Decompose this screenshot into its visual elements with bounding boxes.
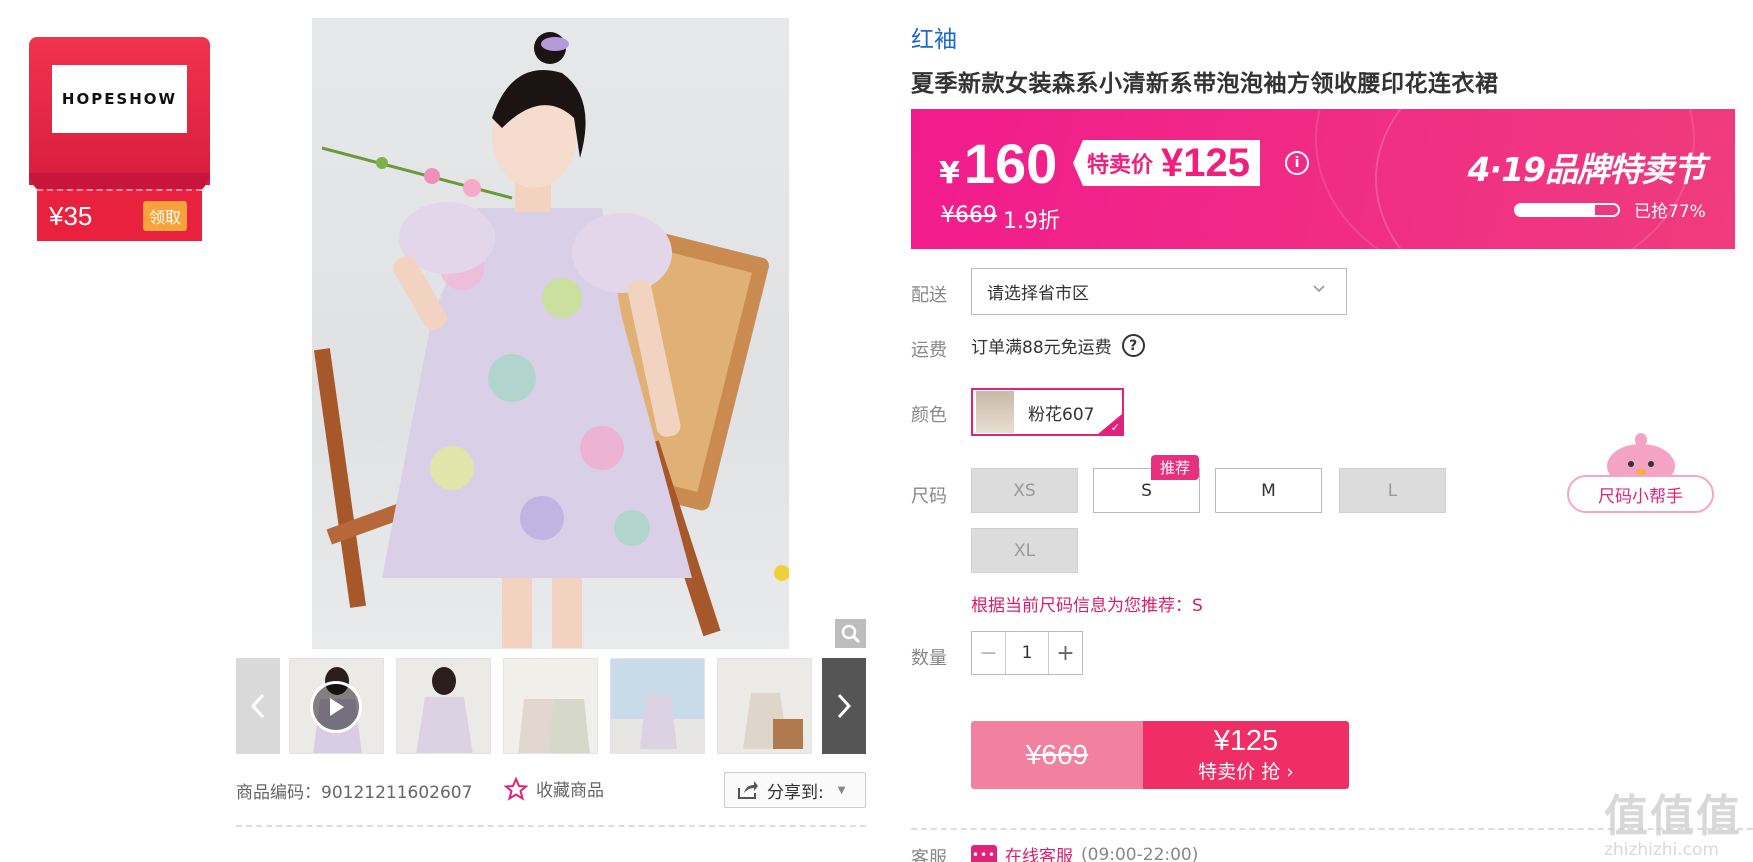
checkmark-icon: ✓ xyxy=(1110,421,1120,434)
quantity-label: 数量 xyxy=(911,648,947,669)
magnifier-icon xyxy=(841,624,860,643)
special-price-tag: 特卖价 ¥125 xyxy=(1073,140,1260,186)
thumbnail-strip xyxy=(236,658,866,754)
chevron-right-icon xyxy=(837,693,851,719)
recommend-badge: 推荐 xyxy=(1151,455,1200,480)
progress-fill xyxy=(1516,204,1595,215)
discount-text: 1.9折 xyxy=(1003,209,1060,234)
favorite-button[interactable]: 收藏商品 xyxy=(504,776,604,801)
gallery-meta-row: 商品编码：90121211602607 收藏商品 分享到: ▼ xyxy=(236,772,866,808)
customer-service: ••• 在线客服 (09:00-22:00) xyxy=(971,842,1198,862)
coupon-claim-button[interactable]: 领取 xyxy=(142,201,187,231)
region-select-value: 请选择省市区 xyxy=(987,284,1089,304)
sold-percent-text: 已抢77% xyxy=(1634,202,1706,222)
thumbnail-video[interactable] xyxy=(289,658,384,754)
online-service-link[interactable]: 在线客服 xyxy=(1005,842,1073,862)
quantity-input[interactable]: 1 xyxy=(1005,632,1049,674)
price-banner: ¥ 160 特卖价 ¥125 i ¥669 1.9折 4·19品牌特卖节 已抢7… xyxy=(911,109,1735,249)
share-icon xyxy=(738,781,758,799)
brand-logo: HOPESHOW xyxy=(61,90,178,108)
buy-action-label: 特卖价 抢 › xyxy=(1198,761,1294,784)
info-icon[interactable]: i xyxy=(1285,151,1309,175)
quantity-increase-button[interactable]: + xyxy=(1049,632,1082,674)
quantity-stepper: − 1 + xyxy=(971,631,1083,675)
thumbnail-image xyxy=(718,659,811,753)
delivery-label: 配送 xyxy=(911,285,947,306)
thumb-prev-button[interactable] xyxy=(236,658,280,754)
divider xyxy=(236,825,866,827)
coupon-footer: ¥35 领取 xyxy=(37,189,202,241)
site-watermark: 值值值 zhizhizhi.com xyxy=(1604,780,1742,860)
sold-progress: 已抢77% xyxy=(1514,197,1706,222)
help-icon[interactable]: ? xyxy=(1121,334,1145,357)
service-label: 客服 xyxy=(911,848,947,862)
special-price-label: 特卖价 xyxy=(1087,153,1154,178)
special-price-value: ¥125 xyxy=(1161,140,1250,185)
color-option-label: 粉花607 xyxy=(1028,404,1095,425)
color-thumbnail xyxy=(976,391,1014,433)
caret-down-icon: ▼ xyxy=(837,784,846,796)
thumbnail-image xyxy=(504,659,597,753)
buy-original-price: ¥669 xyxy=(971,721,1143,789)
buy-special-price: ¥125 特卖价 抢 › xyxy=(1143,721,1349,789)
thumbnail-image xyxy=(611,659,704,753)
share-button[interactable]: 分享到: ▼ xyxy=(724,772,866,808)
size-recommendation: 根据当前尺码信息为您推荐：S xyxy=(971,596,1203,616)
product-photo-illustration xyxy=(313,32,789,648)
thumbnail-image xyxy=(397,659,490,753)
play-triangle xyxy=(330,698,344,716)
shipping-text: 订单满88元免运费 xyxy=(971,338,1112,358)
size-option-xl[interactable]: XL xyxy=(971,528,1078,573)
watermark-logo: 值值值 xyxy=(1604,791,1742,842)
size-option-xs[interactable]: XS xyxy=(971,468,1078,513)
share-label: 分享到: xyxy=(767,782,824,803)
size-helper-button[interactable]: 尺码小帮手 xyxy=(1567,475,1714,513)
service-hours: (09:00-22:00) xyxy=(1081,844,1199,862)
progress-track xyxy=(1514,202,1620,217)
thumbnail-2[interactable] xyxy=(396,658,491,754)
thumbnail-5[interactable] xyxy=(717,658,812,754)
product-title: 夏季新款女装森系小清新系带泡泡袖方领收腰印花连衣裙 xyxy=(911,71,1499,97)
quantity-decrease-button[interactable]: − xyxy=(972,632,1005,674)
thumbnail-3[interactable] xyxy=(503,658,598,754)
chevron-left-icon xyxy=(251,693,265,719)
favorite-label: 收藏商品 xyxy=(536,781,604,801)
original-price: ¥669 xyxy=(941,203,997,228)
size-option-l[interactable]: L xyxy=(1339,468,1446,513)
play-icon[interactable] xyxy=(310,681,362,733)
shipping-label: 运费 xyxy=(911,340,947,361)
zoom-button[interactable] xyxy=(835,619,866,648)
buy-price: ¥125 xyxy=(1213,724,1279,757)
thumbnail-4[interactable] xyxy=(610,658,705,754)
original-price-row: ¥669 1.9折 xyxy=(941,203,1060,235)
brand-link[interactable]: 红袖 xyxy=(911,20,957,54)
brand-logo-box: HOPESHOW xyxy=(52,65,187,133)
chat-icon: ••• xyxy=(971,844,997,862)
current-price: ¥ 160 xyxy=(939,131,1057,196)
buy-button[interactable]: ¥669 ¥125 特卖价 抢 › xyxy=(971,721,1349,789)
size-label: 尺码 xyxy=(911,486,947,507)
region-select[interactable]: 请选择省市区 xyxy=(971,268,1347,315)
coupon-amount: ¥35 xyxy=(49,200,93,231)
chevron-down-icon xyxy=(1312,282,1326,298)
current-price-value: 160 xyxy=(963,132,1058,195)
sku-code: 商品编码：90121211602607 xyxy=(236,783,473,803)
shipping-info: 订单满88元免运费 ? xyxy=(971,333,1145,358)
main-product-image[interactable] xyxy=(312,18,789,649)
color-option-selected[interactable]: 粉花607 ✓ xyxy=(971,388,1124,436)
brand-coupon[interactable]: HOPESHOW ¥35 领取 xyxy=(29,37,210,242)
color-label: 颜色 xyxy=(911,405,947,426)
star-icon xyxy=(504,776,528,801)
size-option-m[interactable]: M xyxy=(1215,468,1322,513)
festival-title: 4·19品牌特卖节 xyxy=(1467,150,1706,189)
currency-symbol: ¥ xyxy=(939,156,960,191)
thumb-next-button[interactable] xyxy=(822,658,866,754)
